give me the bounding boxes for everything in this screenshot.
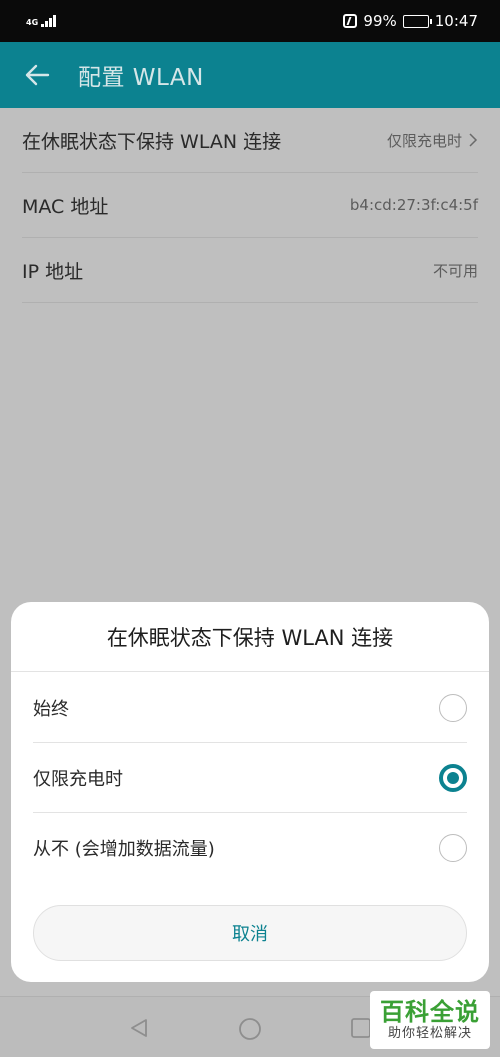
nfc-icon bbox=[343, 14, 358, 28]
network-type: 4G bbox=[26, 18, 39, 27]
option-label: 仅限充电时 bbox=[33, 769, 123, 790]
recents-square-icon[interactable] bbox=[350, 1017, 372, 1039]
watermark-logo: 百科全说 助你轻松解决 bbox=[370, 991, 490, 1049]
setting-row-sleep-policy[interactable]: 在休眠状态下保持 WLAN 连接 仅限充电时 bbox=[22, 108, 478, 173]
cancel-button[interactable]: 取消 bbox=[33, 905, 467, 961]
settings-list: 在休眠状态下保持 WLAN 连接 仅限充电时 MAC 地址 b4:cd:27:3… bbox=[0, 108, 500, 303]
setting-value: 仅限充电时 bbox=[386, 131, 462, 150]
page-title: 配置 WLAN bbox=[78, 65, 204, 91]
setting-row-ip-address: IP 地址 不可用 bbox=[22, 238, 478, 303]
back-triangle-icon[interactable] bbox=[128, 1017, 150, 1039]
setting-label: IP 地址 bbox=[22, 260, 84, 283]
status-bar: 4G 99% 10:47 bbox=[0, 0, 500, 42]
arrow-left-icon[interactable] bbox=[22, 59, 54, 91]
option-charging-only[interactable]: 仅限充电时 bbox=[33, 743, 467, 813]
battery-percent: 99% bbox=[363, 12, 397, 30]
divider bbox=[11, 671, 489, 672]
option-never[interactable]: 从不 (会增加数据流量) bbox=[33, 813, 467, 883]
option-label: 始终 bbox=[33, 699, 69, 720]
watermark-sub-text: 助你轻松解决 bbox=[387, 1026, 472, 1041]
radio-unselected-icon[interactable] bbox=[439, 694, 467, 722]
radio-selected-icon[interactable] bbox=[439, 764, 467, 792]
setting-label: MAC 地址 bbox=[22, 195, 109, 218]
setting-row-mac-address: MAC 地址 b4:cd:27:3f:c4:5f bbox=[22, 173, 478, 238]
setting-label: 在休眠状态下保持 WLAN 连接 bbox=[22, 130, 282, 153]
chevron-right-icon bbox=[469, 133, 478, 147]
setting-value: 不可用 bbox=[432, 261, 478, 280]
battery-icon bbox=[402, 14, 432, 28]
sleep-policy-dialog: 在休眠状态下保持 WLAN 连接 始终 仅限充电时 从不 (会增加数据流量) 取… bbox=[11, 602, 489, 982]
option-always[interactable]: 始终 bbox=[33, 673, 467, 743]
watermark-main-text: 百科全说 bbox=[380, 998, 480, 1026]
option-label: 从不 (会增加数据流量) bbox=[33, 839, 215, 860]
setting-value: b4:cd:27:3f:c4:5f bbox=[349, 196, 478, 214]
signal-indicator: 4G bbox=[26, 15, 57, 27]
signal-icon bbox=[41, 15, 57, 27]
radio-unselected-icon[interactable] bbox=[439, 834, 467, 862]
home-circle-icon[interactable] bbox=[238, 1017, 262, 1041]
app-bar: 配置 WLAN bbox=[0, 42, 500, 108]
dialog-title: 在休眠状态下保持 WLAN 连接 bbox=[106, 626, 394, 650]
clock: 10:47 bbox=[434, 12, 478, 30]
